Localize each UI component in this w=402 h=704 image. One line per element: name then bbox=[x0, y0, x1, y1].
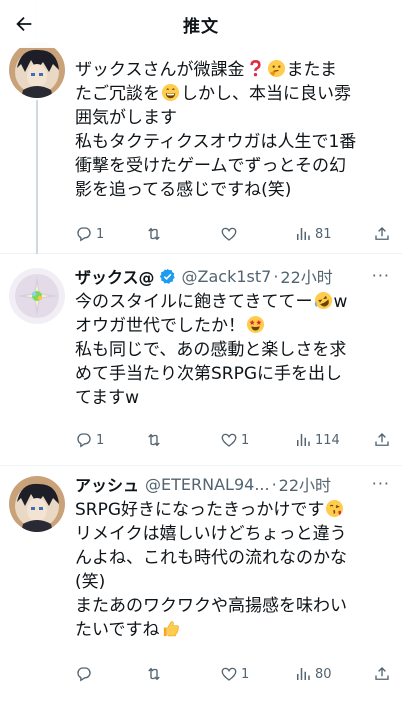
more-options-button[interactable]: ··· bbox=[372, 474, 390, 493]
display-name[interactable]: アッシュ bbox=[75, 472, 139, 496]
tweet-actions: 1 1 114 bbox=[75, 428, 393, 452]
views-button[interactable]: 80 bbox=[294, 662, 332, 686]
more-options-button[interactable]: ··· bbox=[372, 266, 390, 285]
reply-icon bbox=[77, 433, 91, 448]
like-button[interactable]: 1 bbox=[220, 428, 249, 452]
retweet-button[interactable] bbox=[145, 222, 163, 246]
tweet-3[interactable]: アッシュ @ETERNAL94... · 22小时 ··· SRPG好きになった… bbox=[0, 466, 402, 704]
heart-icon bbox=[221, 227, 237, 241]
arrow-left-icon bbox=[16, 16, 32, 32]
reply-count: 1 bbox=[96, 226, 105, 242]
tweet-text: 今のスタイルに飽きてきててー w オウガ世代でしたか！ 私も同じで、あの感動と楽し… bbox=[75, 290, 395, 410]
retweet-button[interactable] bbox=[145, 428, 163, 452]
share-icon bbox=[375, 667, 389, 680]
tweet-actions: 1 81 bbox=[75, 222, 393, 246]
reply-button[interactable]: 1 bbox=[75, 428, 104, 452]
top-bar: 推文 bbox=[0, 0, 402, 48]
handle[interactable]: @ETERNAL94... bbox=[145, 475, 270, 494]
view-count: 81 bbox=[315, 226, 332, 242]
thread-line bbox=[36, 100, 38, 254]
share-button[interactable] bbox=[373, 428, 391, 452]
share-icon bbox=[375, 433, 389, 446]
tweet-text: ザックスさんが微課金 またま たご冗談を しかし、本当に良い雰 囲気がします 私もタ… bbox=[75, 59, 357, 200]
tweet-header: ザックス@ @Zack1st7 · 22小时 bbox=[75, 264, 390, 288]
avatar-ash[interactable] bbox=[9, 476, 65, 532]
back-button[interactable] bbox=[8, 8, 40, 40]
reply-button[interactable] bbox=[75, 662, 96, 686]
view-count: 114 bbox=[315, 432, 340, 448]
views-icon bbox=[297, 434, 310, 446]
share-button[interactable] bbox=[373, 662, 391, 686]
rolling-laughing-face-icon bbox=[314, 291, 332, 310]
heart-icon bbox=[221, 433, 237, 447]
avatar-zack[interactable] bbox=[9, 268, 65, 324]
like-button[interactable]: 1 bbox=[220, 662, 249, 686]
avatar-ash[interactable] bbox=[9, 42, 65, 98]
retweet-icon bbox=[148, 227, 160, 241]
thumbs-up-icon bbox=[163, 621, 179, 637]
timestamp[interactable]: 22小时 bbox=[279, 472, 331, 496]
display-name[interactable]: ザックス@ bbox=[75, 264, 155, 288]
like-count: 1 bbox=[241, 432, 250, 448]
retweet-button[interactable] bbox=[145, 662, 163, 686]
red-question-mark-icon bbox=[249, 60, 261, 77]
tweet-text: SRPG好きになったきっかけです リメイクは嬉しいけどちょっと違う んよね、これ… bbox=[75, 499, 347, 640]
heart-icon bbox=[221, 667, 237, 681]
grinning-face-icon bbox=[161, 83, 180, 102]
views-button[interactable]: 81 bbox=[294, 222, 332, 246]
separator: · bbox=[271, 474, 277, 494]
views-icon bbox=[297, 668, 310, 680]
separator: · bbox=[273, 266, 279, 286]
retweet-icon bbox=[148, 667, 160, 681]
reply-count: 1 bbox=[96, 432, 105, 448]
like-count: 1 bbox=[241, 666, 250, 682]
reply-icon bbox=[77, 227, 91, 242]
tweet-header: アッシュ @ETERNAL94... · 22小时 bbox=[75, 472, 390, 496]
timestamp[interactable]: 22小时 bbox=[280, 264, 332, 288]
tweet-actions: 1 80 bbox=[75, 662, 393, 686]
tweet-2[interactable]: ザックス@ @Zack1st7 · 22小时 ··· 今のスタイルに飽きてきてて… bbox=[0, 254, 402, 466]
view-count: 80 bbox=[315, 666, 332, 682]
share-icon bbox=[375, 227, 389, 240]
face-blowing-kiss-icon bbox=[326, 499, 344, 518]
like-button[interactable] bbox=[220, 222, 241, 246]
share-button[interactable] bbox=[373, 222, 391, 246]
thinking-face-icon bbox=[267, 59, 285, 78]
views-button[interactable]: 114 bbox=[294, 428, 340, 452]
star-struck-face-icon bbox=[246, 315, 265, 334]
handle[interactable]: @Zack1st7 bbox=[182, 267, 272, 286]
page-title: 推文 bbox=[183, 16, 219, 37]
views-icon bbox=[297, 228, 310, 240]
reply-icon bbox=[77, 667, 91, 682]
retweet-icon bbox=[148, 433, 160, 447]
reply-button[interactable]: 1 bbox=[75, 222, 104, 246]
verified-badge-icon bbox=[159, 268, 175, 284]
